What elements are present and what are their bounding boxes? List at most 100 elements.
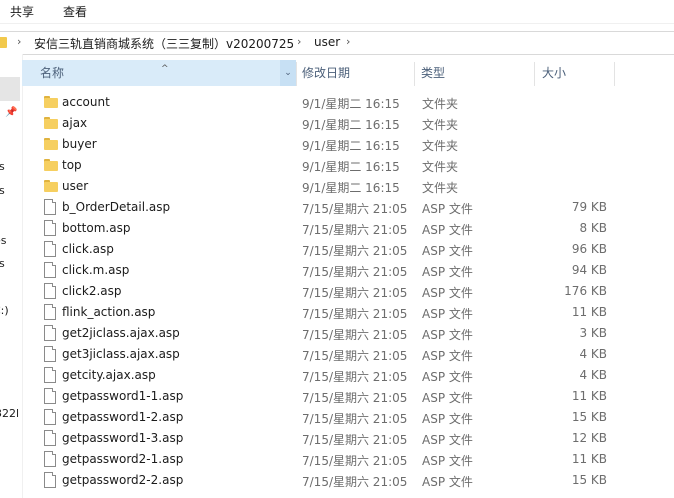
file-size: 11 KB (571, 389, 607, 403)
file-size: 96 KB (571, 242, 607, 256)
column-filter-dropdown-icon[interactable]: ⌄ (280, 60, 296, 86)
file-type: ASP 文件 (422, 391, 473, 405)
ribbon-tabs: 共享 查看 (0, 0, 674, 23)
file-size: 11 KB (571, 305, 607, 319)
file-modified-date: 9/1/星期二 16:15 (302, 160, 400, 174)
file-name: ajax (62, 116, 88, 130)
file-row[interactable]: getpassword2-1.asp 7/15/星期六 21:05 ASP 文件 11… (22, 449, 674, 470)
chevron-right-icon[interactable]: › (17, 35, 21, 48)
file-icon (44, 409, 56, 425)
column-divider[interactable] (534, 62, 535, 86)
file-row[interactable]: getpassword1-2.asp 7/15/星期六 21:05 ASP 文件 15… (22, 407, 674, 428)
ribbon-divider (0, 23, 674, 24)
file-icon (44, 241, 56, 257)
file-row[interactable]: getcity.ajax.asp 7/15/星期六 21:05 ASP 文件 4 KB (22, 365, 674, 386)
column-header-name[interactable]: ^ 名称 (22, 60, 280, 86)
file-name: getpassword1-3.asp (62, 431, 184, 445)
file-modified-date: 7/15/星期六 21:05 (302, 202, 408, 216)
folder-icon (0, 37, 7, 48)
file-type: ASP 文件 (422, 223, 473, 237)
tab-view[interactable]: 查看 (63, 3, 87, 20)
file-name: click.asp (62, 242, 114, 256)
chevron-right-icon[interactable]: › (346, 35, 350, 48)
file-size: 15 KB (571, 473, 607, 487)
file-name: b_OrderDetail.asp (62, 200, 171, 214)
breadcrumb-current[interactable]: user (314, 35, 340, 49)
file-modified-date: 7/15/星期六 21:05 (302, 328, 408, 342)
file-row[interactable]: click.asp 7/15/星期六 21:05 ASP 文件 96 KB (22, 239, 674, 260)
file-icon (44, 199, 56, 215)
nav-selected-item[interactable] (0, 77, 20, 101)
file-row[interactable]: get2jiclass.ajax.asp 7/15/星期六 21:05 ASP 文件… (22, 323, 674, 344)
file-row[interactable]: getpassword1-1.asp 7/15/星期六 21:05 ASP 文件 11… (22, 386, 674, 407)
file-modified-date: 7/15/星期六 21:05 (302, 391, 408, 405)
file-name: getpassword2-2.asp (62, 473, 184, 487)
nav-item-fragment[interactable]: s (0, 257, 5, 270)
nav-item-fragment[interactable]: s (0, 184, 5, 197)
column-divider[interactable] (614, 62, 615, 86)
file-row[interactable]: click2.asp 7/15/星期六 21:05 ASP 文件 176 KB (22, 281, 674, 302)
file-modified-date: 7/15/星期六 21:05 (302, 307, 408, 321)
file-icon (44, 430, 56, 446)
column-header-size[interactable]: 大小 (542, 60, 612, 86)
file-size: 8 KB (579, 221, 607, 235)
file-name: top (62, 158, 82, 172)
column-divider[interactable] (414, 62, 415, 86)
address-bar[interactable]: › 安信三轨直销商城系统（三三复制）v20200725 › user › (0, 31, 674, 55)
file-name: bottom.asp (62, 221, 131, 235)
file-modified-date: 7/15/星期六 21:05 (302, 433, 408, 447)
folder-icon (44, 117, 58, 129)
file-icon (44, 346, 56, 362)
file-size: 79 KB (571, 200, 607, 214)
folder-row[interactable]: ajax 9/1/星期二 16:15 文件夹 (22, 113, 674, 134)
folder-row[interactable]: account 9/1/星期二 16:15 文件夹 (22, 92, 674, 113)
chevron-right-icon[interactable]: › (297, 35, 301, 48)
file-type: ASP 文件 (422, 475, 473, 489)
folder-icon (44, 138, 58, 150)
column-header-type[interactable]: 类型 (421, 60, 533, 86)
file-icon (44, 451, 56, 467)
file-row[interactable]: bottom.asp 7/15/星期六 21:05 ASP 文件 8 KB (22, 218, 674, 239)
nav-item-fragment[interactable]: es (0, 234, 7, 247)
file-type: ASP 文件 (422, 412, 473, 426)
folder-row[interactable]: top 9/1/星期二 16:15 文件夹 (22, 155, 674, 176)
file-modified-date: 9/1/星期二 16:15 (302, 139, 400, 153)
nav-item-fragment[interactable]: C:) (0, 304, 9, 317)
file-modified-date: 7/15/星期六 21:05 (302, 265, 408, 279)
file-modified-date: 7/15/星期六 21:05 (302, 244, 408, 258)
file-size: 11 KB (571, 452, 607, 466)
file-icon (44, 472, 56, 488)
folder-row[interactable]: user 9/1/星期二 16:15 文件夹 (22, 176, 674, 197)
column-header-date[interactable]: 修改日期 (302, 60, 414, 86)
file-type: ASP 文件 (422, 328, 473, 342)
tab-share[interactable]: 共享 (10, 3, 34, 20)
file-name: click2.asp (62, 284, 122, 298)
file-modified-date: 7/15/星期六 21:05 (302, 412, 408, 426)
file-row[interactable]: getpassword1-3.asp 7/15/星期六 21:05 ASP 文件 12… (22, 428, 674, 449)
file-size: 176 KB (564, 284, 607, 298)
file-type: 文件夹 (422, 97, 459, 111)
breadcrumb-parent[interactable]: 安信三轨直销商城系统（三三复制）v20200725 (34, 35, 294, 52)
file-row[interactable]: b_OrderDetail.asp 7/15/星期六 21:05 ASP 文件 79 … (22, 197, 674, 218)
file-row[interactable]: getpassword2-2.asp 7/15/星期六 21:05 ASP 文件 15… (22, 470, 674, 491)
file-type: ASP 文件 (422, 244, 473, 258)
file-row[interactable]: flink_action.asp 7/15/星期六 21:05 ASP 文件 11 K… (22, 302, 674, 323)
file-size: 15 KB (571, 410, 607, 424)
folder-row[interactable]: buyer 9/1/星期二 16:15 文件夹 (22, 134, 674, 155)
file-row[interactable]: click.m.asp 7/15/星期六 21:05 ASP 文件 94 KB (22, 260, 674, 281)
file-modified-date: 7/15/星期六 21:05 (302, 454, 408, 468)
file-name: getpassword2-1.asp (62, 452, 184, 466)
file-modified-date: 7/15/星期六 21:05 (302, 370, 408, 384)
file-name: getpassword1-2.asp (62, 410, 184, 424)
nav-item-fragment[interactable]: 322l (0, 407, 19, 420)
file-type: ASP 文件 (422, 202, 473, 216)
navigation-pane: 📌 s s es s C:) 322l (0, 54, 23, 498)
file-row[interactable]: get3jiclass.ajax.asp 7/15/星期六 21:05 ASP 文件… (22, 344, 674, 365)
file-type: ASP 文件 (422, 454, 473, 468)
pin-icon: 📌 (5, 107, 18, 118)
file-name: get2jiclass.ajax.asp (62, 326, 180, 340)
file-modified-date: 7/15/星期六 21:05 (302, 475, 408, 489)
column-divider[interactable] (296, 62, 297, 86)
nav-item-fragment[interactable]: s (0, 160, 5, 173)
file-icon (44, 325, 56, 341)
